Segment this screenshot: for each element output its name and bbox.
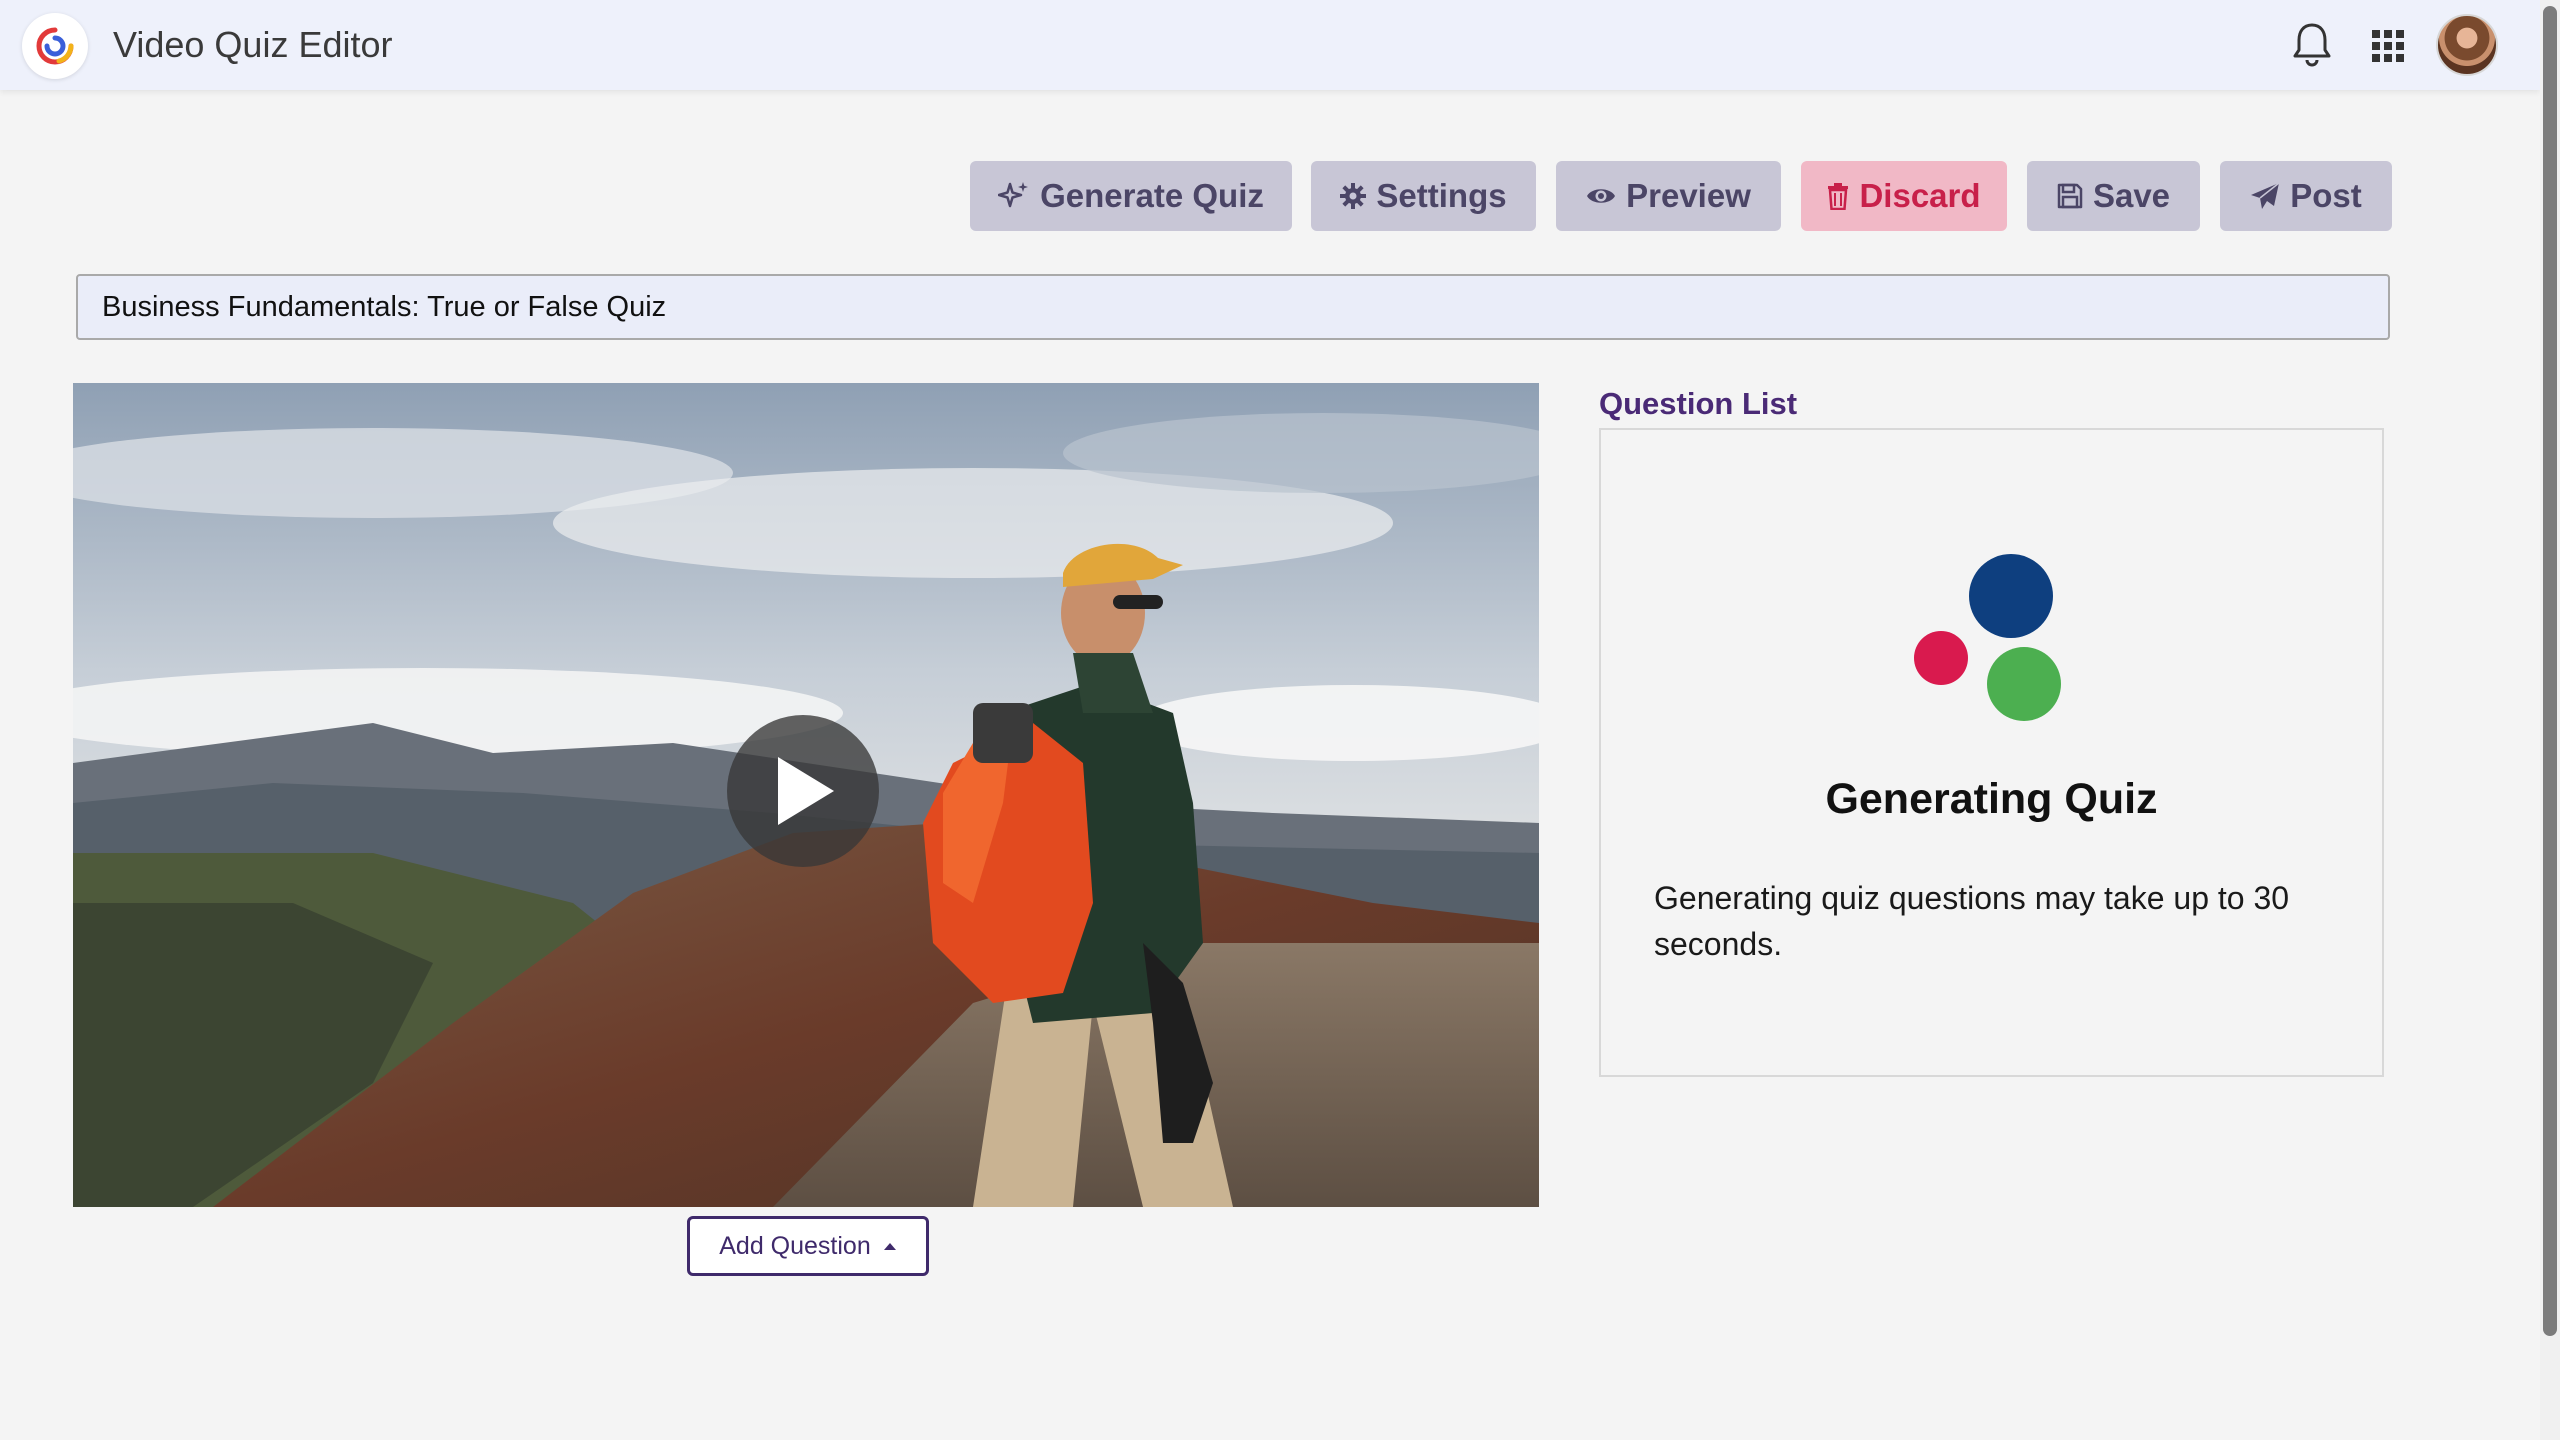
apps-grid-icon[interactable] — [2364, 22, 2412, 70]
question-list-heading: Question List — [1599, 386, 1798, 421]
app-logo-icon[interactable] — [22, 13, 88, 79]
loading-dots-icon — [1914, 554, 2061, 721]
scrollbar-thumb[interactable] — [2543, 6, 2557, 1336]
save-label: Save — [2092, 177, 2171, 214]
top-bar: Video Quiz Editor — [0, 0, 2540, 90]
settings-label: Settings — [1376, 177, 1507, 214]
post-button[interactable]: Post — [2220, 161, 2392, 231]
generating-message: Generating quiz questions may take up to… — [1654, 880, 2290, 962]
gear-icon — [1340, 183, 1367, 209]
add-question-button[interactable]: Add Question — [687, 1216, 929, 1276]
preview-button[interactable]: Preview — [1556, 161, 1781, 231]
app-title: Video Quiz Editor — [113, 24, 393, 65]
eye-icon — [1587, 189, 1616, 203]
post-label: Post — [2290, 177, 2362, 214]
generate-quiz-button[interactable]: Generate Quiz — [970, 161, 1292, 231]
floppy-disk-icon — [2057, 183, 2083, 209]
save-button[interactable]: Save — [2027, 161, 2200, 231]
play-icon — [778, 757, 834, 825]
video-player[interactable] — [73, 383, 1539, 1207]
generate-quiz-label: Generate Quiz — [1040, 177, 1264, 214]
caret-up-icon — [883, 1243, 896, 1250]
settings-button[interactable]: Settings — [1311, 161, 1536, 231]
add-question-label: Add Question — [719, 1231, 871, 1260]
preview-label: Preview — [1626, 177, 1751, 214]
quiz-title-input[interactable] — [76, 274, 2390, 340]
play-button[interactable] — [727, 715, 879, 867]
trash-icon — [1828, 183, 1849, 210]
avatar[interactable] — [2436, 14, 2498, 76]
paper-plane-icon — [2251, 182, 2280, 209]
generating-title: Generating Quiz — [1825, 775, 2158, 823]
sparkle-icon — [998, 182, 1029, 208]
discard-label: Discard — [1859, 177, 1981, 214]
discard-button[interactable]: Discard — [1801, 161, 2007, 231]
question-list-panel: Generating Quiz Generating quiz question… — [1599, 428, 2384, 1077]
bell-icon[interactable] — [2288, 20, 2336, 70]
